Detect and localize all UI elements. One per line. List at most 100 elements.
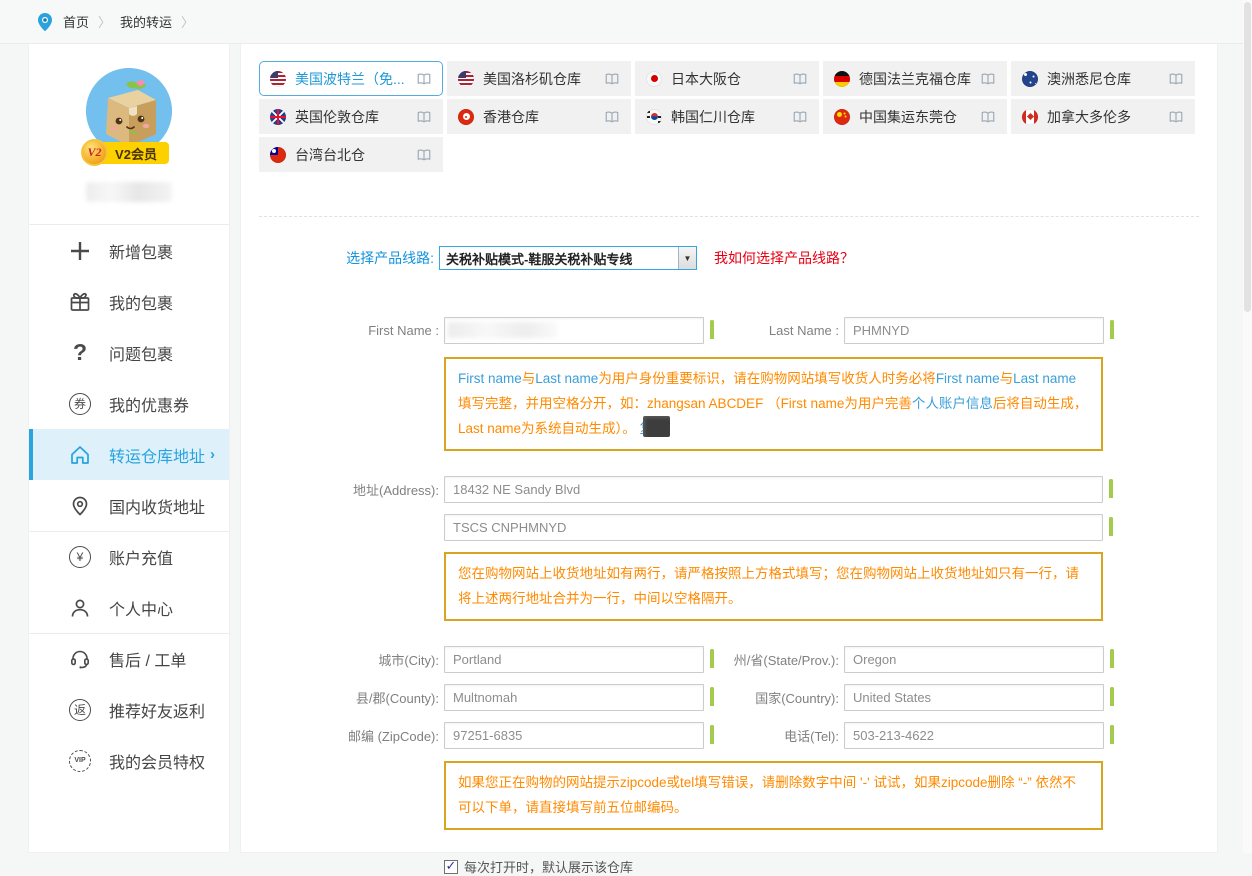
tab-ca-toronto[interactable]: 加拿大多伦多 [1011, 99, 1195, 134]
tab-us-portland[interactable]: 美国波特兰（免... [259, 61, 443, 96]
book-icon[interactable] [1168, 72, 1184, 86]
book-icon[interactable] [416, 72, 432, 86]
address-line1-input[interactable] [444, 476, 1103, 503]
copy-icon[interactable] [1110, 727, 1127, 745]
question-icon: ? [68, 341, 92, 365]
copy-icon[interactable] [710, 322, 727, 340]
vip-rosette-icon: VIP [68, 749, 92, 773]
sidebar-item-referral[interactable]: 返 推荐好友返利 [29, 684, 229, 735]
chevron-down-icon[interactable]: ▼ [678, 247, 696, 269]
flag-cn-icon [834, 109, 850, 125]
tel-label: 电话(Tel): [727, 726, 839, 745]
sidebar-item-label: 我的包裹 [109, 290, 173, 314]
vip-badge[interactable]: V2 V2会员 [89, 142, 169, 164]
county-country-row: 县/郡(County): 国家(Country): [296, 684, 1217, 711]
county-input[interactable] [444, 684, 704, 711]
default-warehouse-row: ✓ 每次打开时，默认展示该仓库 [444, 857, 1217, 876]
sidebar-item-warehouse-address[interactable]: 转运仓库地址 › [29, 429, 229, 480]
divider-dashed [259, 216, 1199, 217]
cursor-overlay [643, 416, 670, 437]
address-row-1: 地址(Address): [296, 476, 1217, 503]
vip-medal-icon: V2 [81, 139, 108, 166]
product-line-help-link[interactable]: 我如何选择产品线路？ [714, 248, 854, 268]
city-state-row: 城市(City): 州/省(State/Prov.): [296, 646, 1217, 673]
book-icon[interactable] [416, 148, 432, 162]
account-info-link[interactable]: 个人账户信息 [912, 396, 993, 411]
copy-icon[interactable] [1110, 651, 1127, 669]
sidebar-item-my-packages[interactable]: 我的包裹 [29, 276, 229, 327]
sidebar-item-coupons[interactable]: 券 我的优惠券 [29, 378, 229, 429]
sidebar-item-label: 我的会员特权 [109, 749, 205, 773]
flag-ca-icon [1022, 109, 1038, 125]
flag-jp-icon [646, 71, 662, 87]
flag-hk-icon [458, 109, 474, 125]
sidebar-item-aftersales[interactable]: 售后 / 工单 [29, 633, 229, 684]
scrollbar-track[interactable] [1243, 0, 1252, 853]
plus-icon [68, 239, 92, 263]
country-input[interactable] [844, 684, 1104, 711]
copy-icon[interactable] [1110, 689, 1127, 707]
default-warehouse-label: 每次打开时，默认展示该仓库 [464, 857, 633, 876]
tab-de-frankfurt[interactable]: 德国法兰克福仓库 [823, 61, 1007, 96]
chevron-right-icon: › [210, 446, 215, 463]
name-row: First Name : Last Name : [296, 317, 1217, 344]
tab-gb-london[interactable]: 英国伦敦仓库 [259, 99, 443, 134]
main-panel: 美国波特兰（免... 美国洛杉矶仓库 日本大阪仓 德国法兰克福仓库 澳洲悉尼仓库… [240, 44, 1218, 853]
tab-au-sydney[interactable]: 澳洲悉尼仓库 [1011, 61, 1195, 96]
book-icon[interactable] [980, 72, 996, 86]
address-row-2 [296, 514, 1217, 541]
tab-hk[interactable]: 香港仓库 [447, 99, 631, 134]
scrollbar-thumb[interactable] [1244, 2, 1251, 312]
book-icon[interactable] [1168, 110, 1184, 124]
copy-icon[interactable] [710, 727, 727, 745]
sidebar-item-add-package[interactable]: 新增包裹 [29, 225, 229, 276]
first-name-label: First Name : [296, 323, 439, 338]
flag-gb-icon [270, 109, 286, 125]
zip-input[interactable] [444, 722, 704, 749]
book-icon[interactable] [792, 72, 808, 86]
headset-icon [68, 647, 92, 671]
tab-kr-incheon[interactable]: 韩国仁川仓库 [635, 99, 819, 134]
book-icon[interactable] [416, 110, 432, 124]
zip-label: 邮编 (ZipCode): [296, 726, 439, 745]
copy-icon[interactable] [710, 689, 727, 707]
book-icon[interactable] [604, 110, 620, 124]
last-name-input[interactable] [844, 317, 1104, 344]
zip-tel-row: 邮编 (ZipCode): 电话(Tel): [296, 722, 1217, 749]
state-input[interactable] [844, 646, 1104, 673]
copy-icon[interactable] [1110, 322, 1127, 340]
sidebar-item-problem-packages[interactable]: ? 问题包裹 [29, 327, 229, 378]
breadcrumb-home[interactable]: 首页 [63, 12, 89, 31]
sidebar-item-label: 推荐好友返利 [109, 698, 205, 722]
product-line-label: 选择产品线路: [296, 248, 439, 268]
tab-us-la[interactable]: 美国洛杉矶仓库 [447, 61, 631, 96]
tab-tw-taipei[interactable]: 台湾台北仓 [259, 137, 443, 172]
breadcrumb-current[interactable]: 我的转运 [120, 12, 172, 31]
sidebar: V2 V2会员 新增包裹 我的包裹 ? 问题包裹 券 我的优惠券 [28, 44, 230, 853]
sidebar-item-vip-privileges[interactable]: VIP 我的会员特权 [29, 735, 229, 786]
tel-input[interactable] [844, 722, 1104, 749]
home-icon [68, 443, 92, 467]
product-line-select[interactable]: 关税补贴模式-鞋服关税补贴专线 ▼ [439, 246, 697, 270]
first-name-redacted [448, 322, 558, 338]
tab-cn-dongguan[interactable]: 中国集运东莞仓 [823, 99, 1007, 134]
sidebar-item-label: 新增包裹 [109, 239, 173, 263]
book-icon[interactable] [604, 72, 620, 86]
book-icon[interactable] [980, 110, 996, 124]
city-input[interactable] [444, 646, 704, 673]
copy-icon[interactable] [1109, 481, 1126, 499]
address-line2-input[interactable] [444, 514, 1103, 541]
city-label: 城市(City): [296, 650, 439, 669]
tab-jp-osaka[interactable]: 日本大阪仓 [635, 61, 819, 96]
sidebar-item-profile-center[interactable]: 个人中心 [29, 582, 229, 633]
default-warehouse-checkbox[interactable]: ✓ [444, 860, 458, 874]
flag-kr-icon [646, 109, 662, 125]
copy-icon[interactable] [1109, 519, 1126, 537]
yuan-icon: ¥ [68, 545, 92, 569]
book-icon[interactable] [792, 110, 808, 124]
sidebar-item-domestic-address[interactable]: 国内收货地址 [29, 480, 229, 531]
flag-tw-icon [270, 147, 286, 163]
sidebar-item-recharge[interactable]: ¥ 账户充值 [29, 531, 229, 582]
copy-icon[interactable] [710, 651, 727, 669]
country-label: 国家(Country): [727, 688, 839, 707]
